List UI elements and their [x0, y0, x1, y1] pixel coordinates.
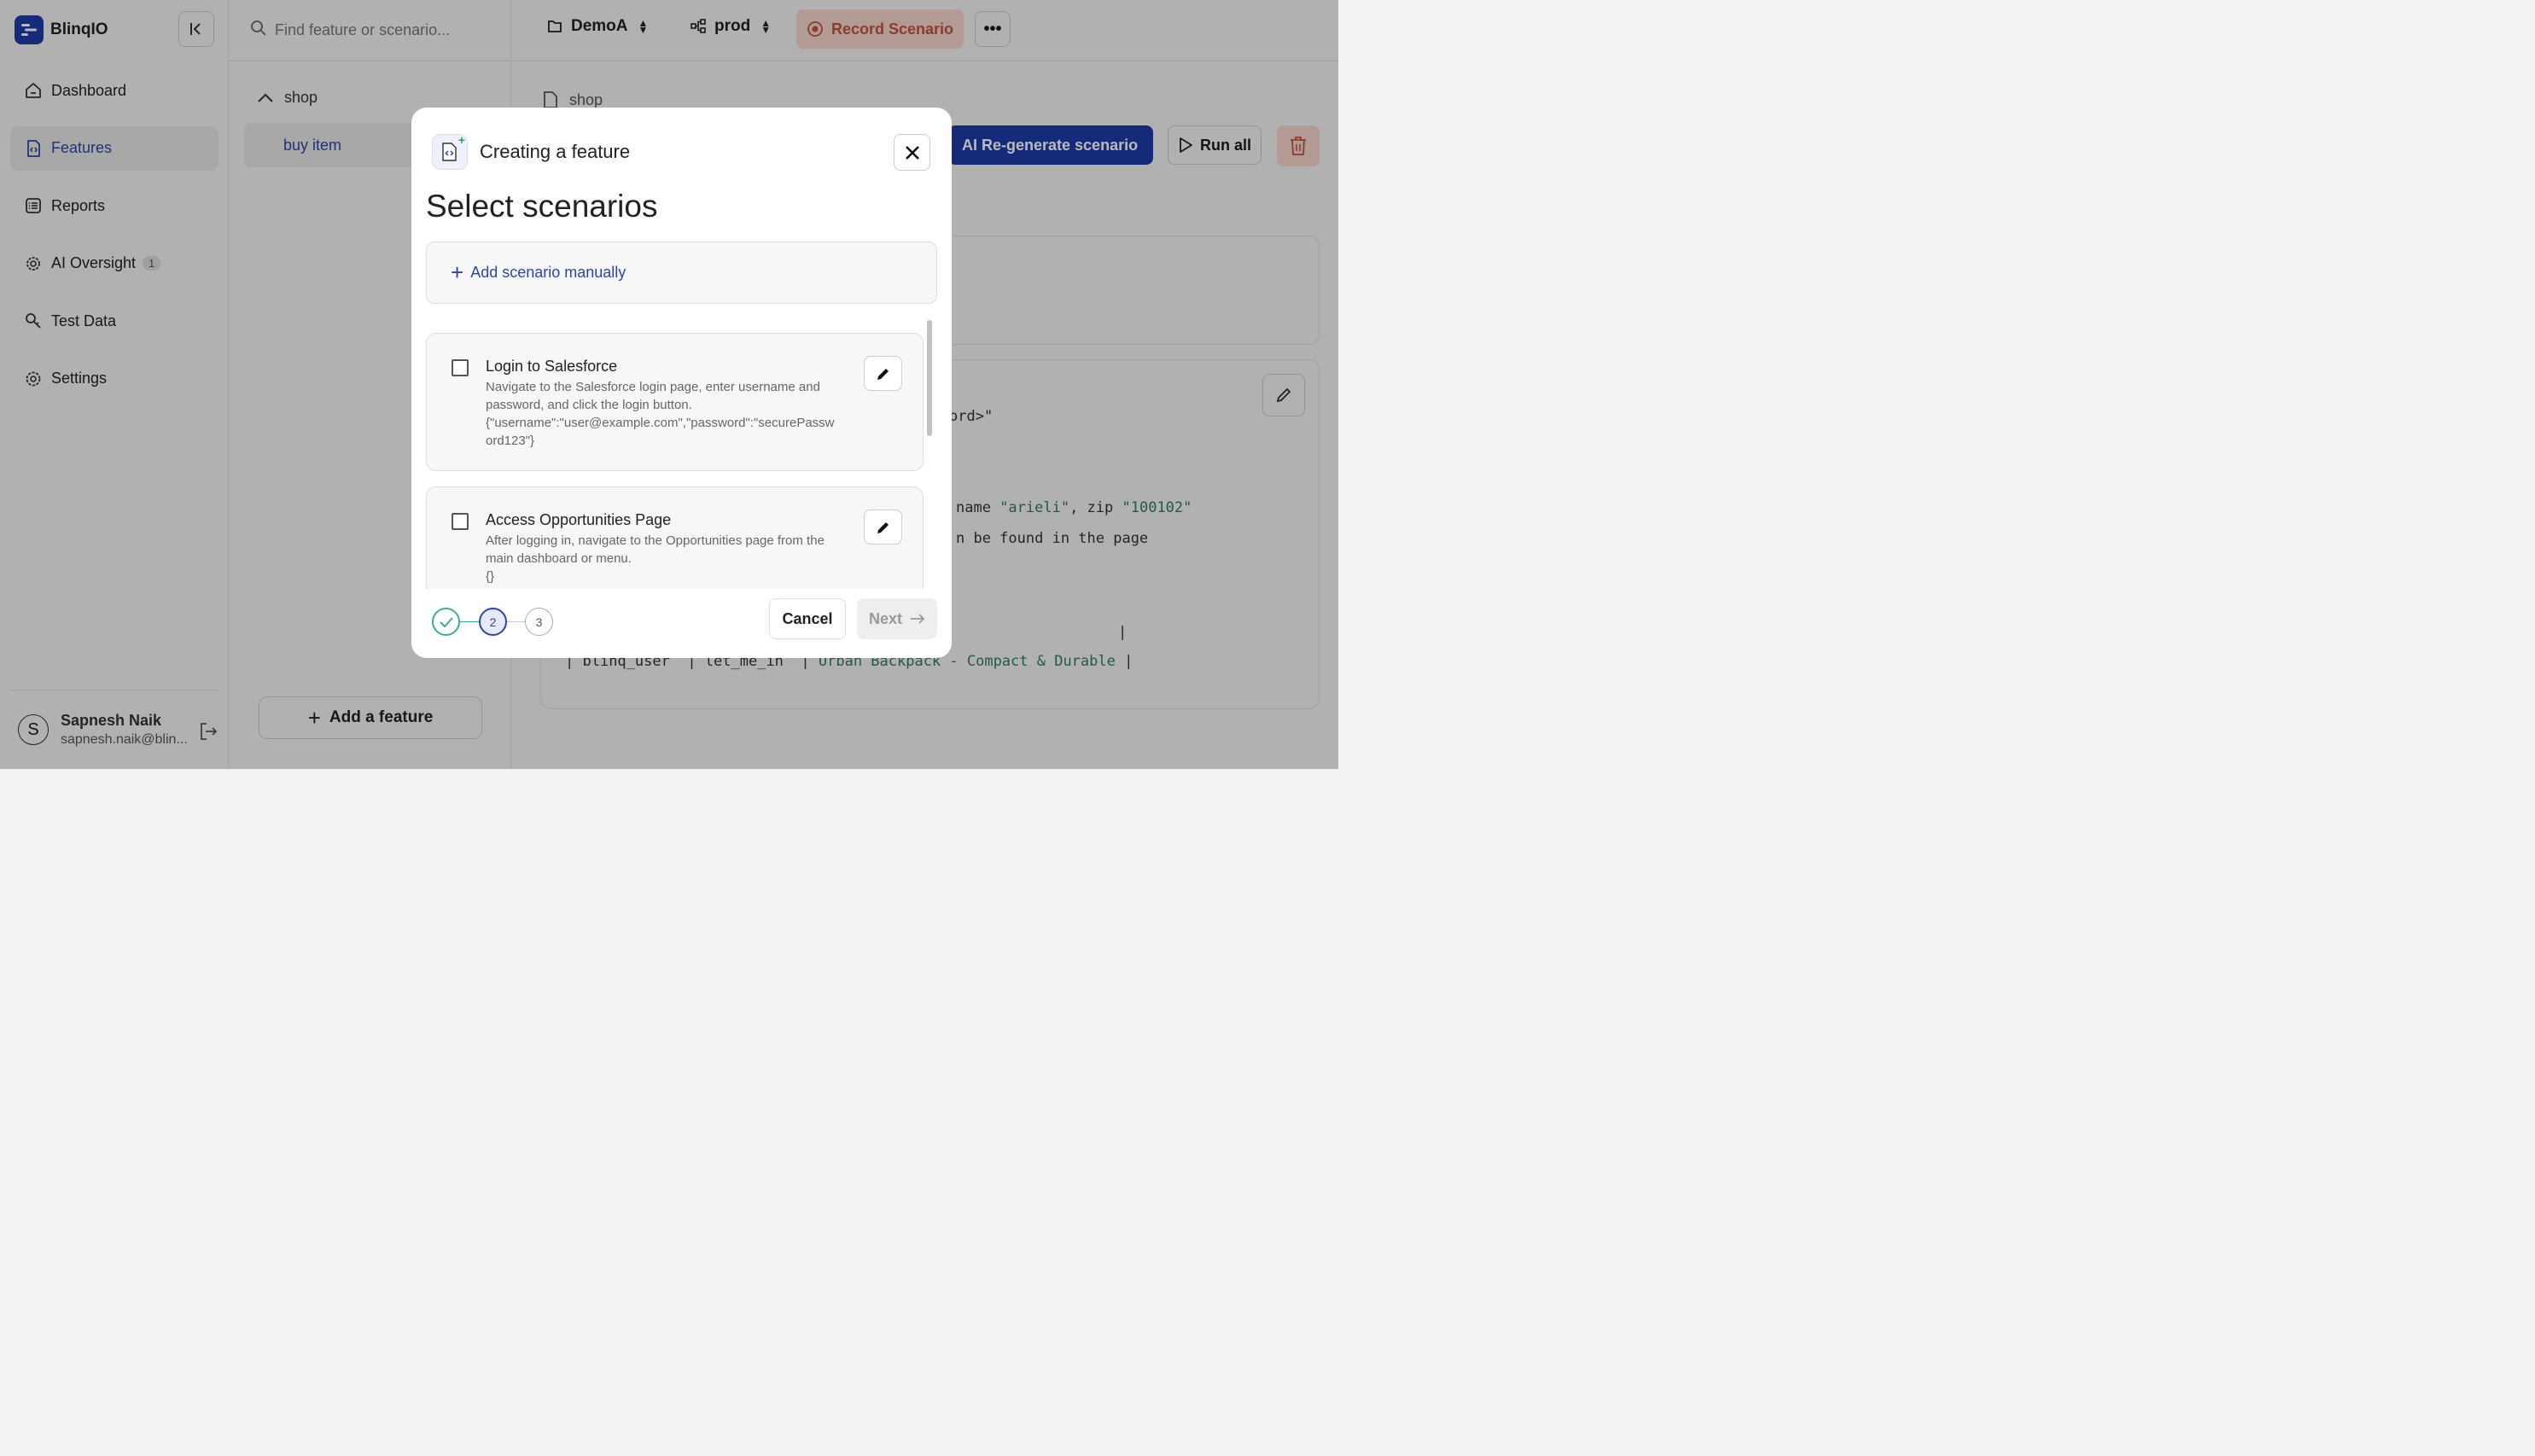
next-label: Next — [868, 609, 902, 627]
scenario-checkbox[interactable] — [452, 359, 469, 376]
edit-scenario-button[interactable] — [864, 510, 902, 545]
pencil-icon — [877, 368, 889, 380]
step-2-current: 2 — [479, 608, 507, 636]
add-scenario-manually-label: Add scenario manually — [470, 264, 626, 281]
check-icon — [439, 616, 453, 627]
cancel-button[interactable]: Cancel — [769, 598, 846, 639]
next-button[interactable]: Next — [857, 598, 937, 639]
scenario-list[interactable]: Login to Salesforce Navigate to the Sale… — [426, 319, 938, 589]
step-connector — [460, 621, 479, 622]
modal-heading: Select scenarios — [426, 189, 658, 224]
scenario-data: {} — [486, 569, 495, 584]
scenario-card: Login to Salesforce Navigate to the Sale… — [426, 333, 924, 471]
scrollbar[interactable] — [927, 320, 932, 436]
plus-icon: + — [451, 259, 464, 285]
modal-header: + Creating a feature — [432, 133, 631, 170]
create-feature-modal: + Creating a feature Select scenarios + … — [411, 108, 952, 658]
step-3: 3 — [525, 608, 553, 636]
scenario-data: {"username":"user@example.com","password… — [486, 416, 835, 448]
scenario-checkbox[interactable] — [452, 513, 469, 530]
scenario-description: Navigate to the Salesforce login page, e… — [486, 380, 820, 412]
modal-title: Creating a feature — [480, 141, 631, 162]
close-modal-button[interactable] — [894, 134, 930, 171]
modal-footer: 2 3 Cancel Next — [411, 589, 952, 658]
plus-icon: + — [457, 133, 465, 147]
scenario-title: Login to Salesforce — [486, 358, 618, 375]
edit-scenario-button[interactable] — [864, 356, 902, 391]
scenario-title: Access Opportunities Page — [486, 511, 672, 528]
arrow-right-icon — [911, 614, 925, 624]
add-scenario-manually-button[interactable]: + Add scenario manually — [426, 242, 937, 304]
close-icon — [905, 145, 919, 160]
feature-file-add-icon: + — [432, 133, 468, 170]
step-connector — [507, 621, 525, 622]
step-1-complete — [432, 608, 460, 636]
scenario-description: After logging in, navigate to the Opport… — [486, 533, 825, 566]
scenario-card: Access Opportunities Page After logging … — [426, 486, 924, 589]
pencil-icon — [877, 521, 889, 533]
